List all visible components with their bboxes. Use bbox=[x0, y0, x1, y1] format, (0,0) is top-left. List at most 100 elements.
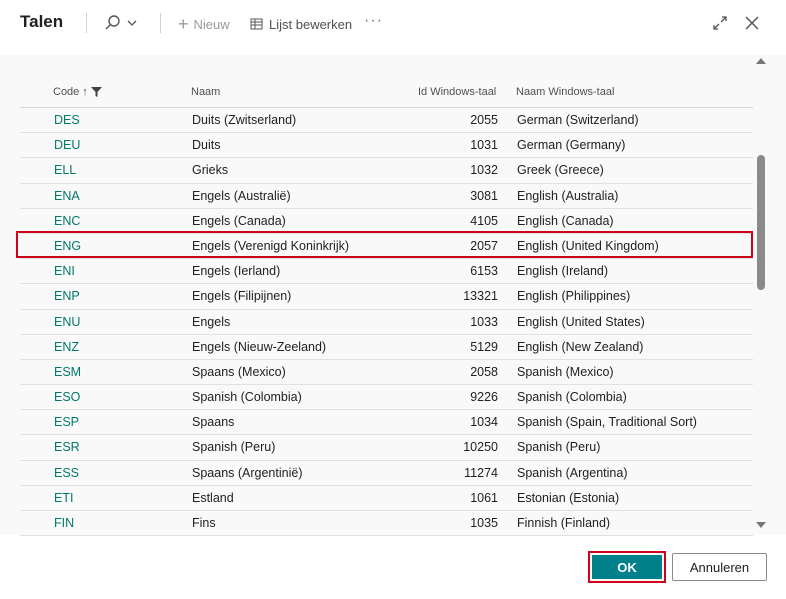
dialog-title: Talen bbox=[20, 12, 64, 31]
table-row[interactable]: ESR Spanish (Peru) 10250 Spanish (Peru) bbox=[20, 435, 753, 461]
expand-icon bbox=[713, 16, 727, 30]
cell-code[interactable]: ELL bbox=[54, 163, 76, 177]
cell-naam-windows: English (Philippines) bbox=[517, 289, 631, 304]
table-row[interactable]: ENG Engels (Verenigd Koninkrijk) 2057 Engli… bbox=[20, 234, 753, 260]
table-row[interactable]: ESO Spanish (Colombia) 9226 Spanish (Colomb… bbox=[20, 385, 753, 411]
edit-list-label: Lijst bewerken bbox=[269, 16, 353, 32]
column-header-naam[interactable]: Naam bbox=[191, 86, 220, 98]
cell-naam-windows: Estonian (Estonia) bbox=[517, 490, 620, 505]
cell-naam-windows: English (New Zealand) bbox=[517, 339, 644, 354]
cell-code[interactable]: ENG bbox=[54, 239, 81, 253]
table-row[interactable]: ESS Spaans (Argentinië) 11274 Spanish (Arge… bbox=[20, 461, 753, 486]
cell-id-windows: 1033 bbox=[470, 314, 498, 329]
table-row[interactable]: ENI Engels (Ierland) 6153 English (Ireland) bbox=[20, 259, 753, 285]
cell-id-windows: 1061 bbox=[470, 490, 498, 505]
filter-icon bbox=[90, 87, 102, 97]
cell-naam-windows: English (United States) bbox=[517, 314, 645, 329]
chevron-down-icon bbox=[127, 20, 137, 26]
cell-naam: Engels bbox=[192, 314, 231, 329]
table-row[interactable]: DEU Duits 1031 German (Germany) bbox=[20, 133, 753, 159]
cell-naam: Fins bbox=[192, 516, 216, 530]
ok-button[interactable]: OK bbox=[592, 555, 662, 579]
cell-naam: Duits (Zwitserland) bbox=[192, 113, 297, 127]
cell-id-windows: 1035 bbox=[470, 516, 498, 530]
cell-naam-windows: English (Ireland) bbox=[517, 264, 609, 279]
cell-id-windows: 6153 bbox=[470, 264, 498, 279]
cell-code[interactable]: ESO bbox=[54, 390, 80, 404]
cell-naam: Estland bbox=[192, 490, 234, 505]
cancel-button[interactable]: Annuleren bbox=[672, 553, 767, 581]
cell-id-windows: 1032 bbox=[470, 163, 498, 178]
cell-code[interactable]: DEU bbox=[54, 138, 80, 152]
scrollbar-thumb[interactable] bbox=[757, 155, 765, 290]
cell-code[interactable]: ESS bbox=[54, 466, 79, 480]
cell-naam: Engels (Filipijnen) bbox=[192, 289, 292, 304]
languages-table: DES Duits (Zwitserland) 2055 German (Switze… bbox=[20, 108, 753, 537]
sort-arrow-up-icon: ↑ bbox=[82, 86, 88, 98]
close-icon bbox=[745, 16, 759, 30]
column-header-code-label: Code bbox=[53, 86, 80, 98]
cell-code[interactable]: ENZ bbox=[54, 340, 79, 354]
cell-code[interactable]: ENA bbox=[54, 189, 80, 203]
cell-naam-windows: Greek (Greece) bbox=[517, 163, 604, 178]
cell-naam: Engels (Ierland) bbox=[192, 264, 281, 279]
cell-code[interactable]: ENI bbox=[54, 264, 75, 278]
cell-code[interactable]: ENP bbox=[54, 289, 80, 303]
table-row[interactable]: ENC Engels (Canada) 4105 English (Canada) bbox=[20, 209, 753, 234]
cell-naam: Spanish (Colombia) bbox=[192, 390, 302, 405]
table-row[interactable]: ELL Grieks 1032 Greek (Greece) bbox=[20, 158, 753, 184]
cell-naam: Engels (Australië) bbox=[192, 188, 291, 203]
cell-code[interactable]: ESM bbox=[54, 365, 81, 379]
cell-naam: Spaans (Mexico) bbox=[192, 364, 286, 379]
cell-code[interactable]: FIN bbox=[54, 516, 74, 530]
cell-code[interactable]: DES bbox=[54, 113, 80, 127]
cell-naam-windows: English (Australia) bbox=[517, 188, 619, 203]
cell-naam-windows: Spanish (Colombia) bbox=[517, 390, 627, 405]
edit-list-button[interactable]: Lijst bewerken bbox=[250, 13, 352, 35]
table-row[interactable]: ENZ Engels (Nieuw-Zeeland) 5129 English (Ne… bbox=[20, 335, 753, 360]
cell-code[interactable]: ENC bbox=[54, 214, 80, 228]
more-options-button[interactable]: ··· bbox=[364, 12, 383, 30]
cell-id-windows: 1031 bbox=[470, 138, 498, 153]
table-row[interactable]: ENA Engels (Australië) 3081 English (Austra… bbox=[20, 184, 753, 209]
table-row[interactable]: ETI Estland 1061 Estonian (Estonia) bbox=[20, 486, 753, 511]
cell-naam: Grieks bbox=[192, 163, 229, 178]
table-row[interactable]: ENU Engels 1033 English (United States) bbox=[20, 310, 753, 335]
table-row[interactable]: DES Duits (Zwitserland) 2055 German (Switze… bbox=[20, 108, 753, 134]
cell-naam: Duits bbox=[192, 138, 221, 153]
cell-code[interactable]: ESP bbox=[54, 415, 79, 429]
new-button[interactable]: + Nieuw bbox=[178, 13, 230, 35]
cell-code[interactable]: ETI bbox=[54, 491, 73, 505]
table-row[interactable]: FIN Fins 1035 Finnish (Finland) bbox=[20, 511, 753, 537]
column-header-code[interactable]: Code ↑ bbox=[53, 86, 102, 98]
cell-code[interactable]: ENU bbox=[54, 315, 80, 329]
scroll-up-icon[interactable] bbox=[755, 56, 767, 66]
close-button[interactable] bbox=[741, 12, 763, 34]
table-row[interactable]: ESM Spaans (Mexico) 2058 Spanish (Mexico) bbox=[20, 360, 753, 386]
expand-button[interactable] bbox=[709, 12, 731, 34]
cell-naam: Engels (Nieuw-Zeeland) bbox=[192, 339, 327, 354]
cell-naam-windows: German (Switzerland) bbox=[517, 113, 639, 127]
cell-naam: Engels (Canada) bbox=[192, 213, 286, 228]
cell-id-windows: 10250 bbox=[463, 440, 498, 455]
new-button-label: Nieuw bbox=[193, 16, 230, 32]
scroll-down-icon[interactable] bbox=[755, 520, 767, 530]
cell-id-windows: 5129 bbox=[470, 339, 498, 354]
table-row[interactable]: ESP Spaans 1034 Spanish (Spain, Traditional… bbox=[20, 410, 753, 436]
cell-id-windows: 3081 bbox=[470, 188, 498, 203]
cell-naam: Spanish (Peru) bbox=[192, 440, 276, 455]
table-row[interactable]: ENP Engels (Filipijnen) 13321 English (Phil… bbox=[20, 284, 753, 310]
plus-icon: + bbox=[178, 14, 189, 34]
cell-id-windows: 9226 bbox=[470, 390, 498, 405]
cell-code[interactable]: ESR bbox=[54, 440, 80, 454]
cell-naam-windows: Spanish (Mexico) bbox=[517, 364, 614, 379]
cell-id-windows: 4105 bbox=[470, 213, 498, 228]
dialog-header: Talen + Nieuw Lijst bewerken ··· bbox=[0, 0, 786, 46]
cell-id-windows: 1034 bbox=[470, 415, 498, 430]
column-header-naam-windows[interactable]: Naam Windows-taal bbox=[516, 86, 614, 98]
cell-naam: Engels (Verenigd Koninkrijk) bbox=[192, 238, 350, 253]
column-header-id-windows[interactable]: Id Windows-taal bbox=[418, 86, 496, 98]
cell-naam-windows: Spanish (Spain, Traditional Sort) bbox=[517, 415, 697, 430]
search-button[interactable] bbox=[104, 11, 142, 35]
cell-naam-windows: German (Germany) bbox=[517, 138, 626, 153]
